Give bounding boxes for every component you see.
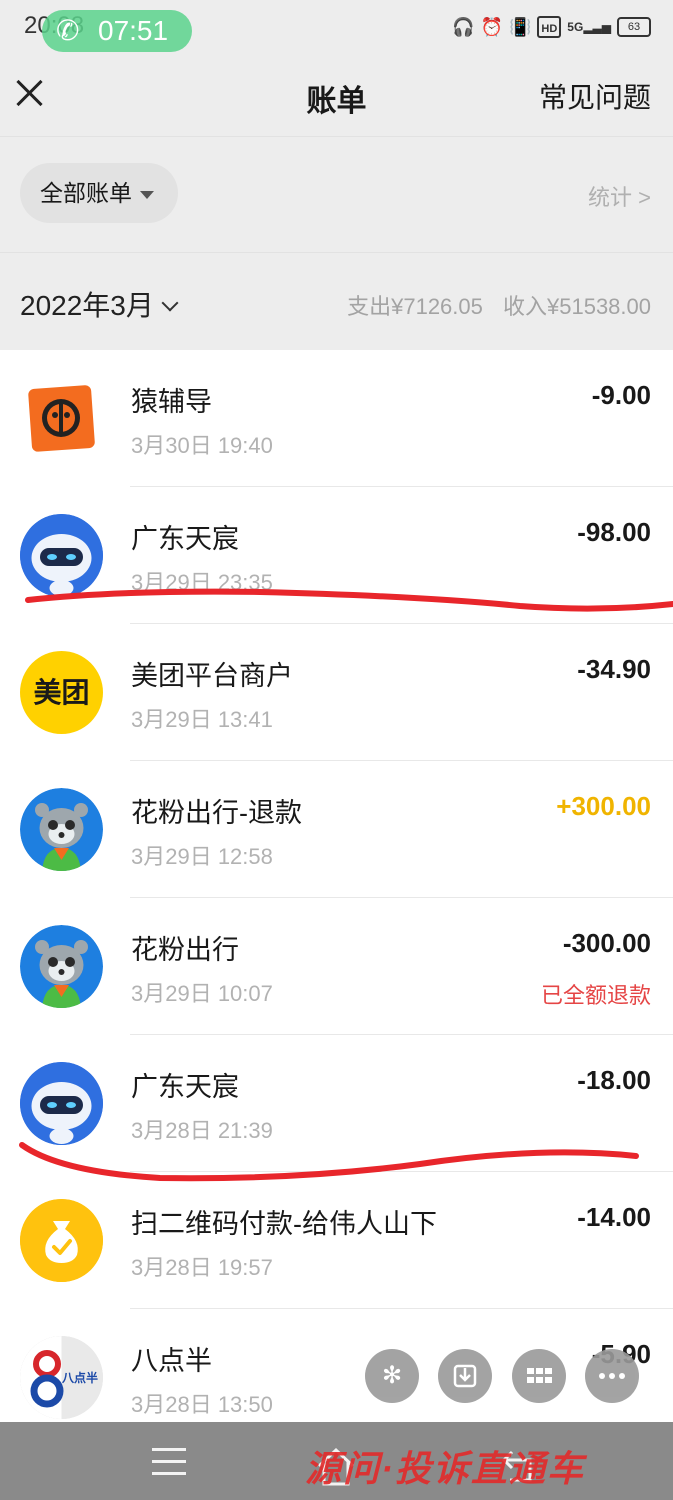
transaction-row[interactable]: 猿辅导 3月30日 19:40 -9.00 <box>0 350 673 487</box>
divider <box>0 136 673 137</box>
raccoon-avatar-icon <box>20 925 103 1008</box>
month-selector[interactable]: 2022年3月 <box>20 284 179 324</box>
month-expense: 支出¥7126.05 <box>347 294 483 319</box>
money-bag-icon <box>20 1199 103 1282</box>
stats-link[interactable]: 统计 > <box>588 180 651 212</box>
transaction-row[interactable]: 美团 美团平台商户 3月29日 13:41 -34.90 <box>0 624 673 761</box>
bill-filter-label: 全部账单 <box>40 180 132 206</box>
call-timer: 07:51 <box>98 15 169 46</box>
badianban-logo-text: 八点半 <box>62 1371 99 1385</box>
refund-note: 已全额退款 <box>540 983 651 1008</box>
robot-avatar-icon <box>20 514 103 597</box>
transaction-name: 猿辅导 <box>131 387 212 417</box>
sparkle-icon[interactable]: ✻ <box>365 1349 419 1403</box>
signal-icon: 5G▂▃▅ <box>567 20 611 34</box>
month-summary: 支出¥7126.05 收入¥51538.00 <box>347 289 651 321</box>
more-icon[interactable] <box>585 1349 639 1403</box>
transaction-row[interactable]: 花粉出行 3月29日 10:07 -300.00 已全额退款 <box>0 898 673 1035</box>
monkey-logo-icon <box>20 377 103 460</box>
transaction-name: 美团平台商户 <box>131 661 293 691</box>
transaction-row[interactable]: 花粉出行-退款 3月29日 12:58 +300.00 <box>0 761 673 898</box>
transaction-amount: -98.00 <box>577 517 651 547</box>
transaction-time: 3月30日 19:40 <box>131 433 273 458</box>
transaction-name: 广东天宸 <box>131 1072 239 1102</box>
transaction-name: 花粉出行-退款 <box>131 798 302 828</box>
headphones-icon: 🎧 <box>452 17 475 37</box>
transaction-name: 八点半 <box>131 1346 212 1376</box>
transaction-time: 3月29日 23:35 <box>131 570 273 595</box>
transaction-name: 花粉出行 <box>131 935 239 965</box>
transaction-list: 猿辅导 3月30日 19:40 -9.00 广东天宸 3月29日 23:35 -… <box>0 350 673 1422</box>
transaction-amount: -34.90 <box>577 654 651 684</box>
vibrate-icon: 📳 <box>508 17 532 37</box>
month-label: 2022年3月 <box>20 290 154 321</box>
robot-avatar-icon <box>20 1062 103 1145</box>
bill-filter-button[interactable]: 全部账单 <box>20 163 178 223</box>
watermark: 源问·投诉直通车 <box>305 1448 585 1489</box>
transaction-time: 3月29日 12:58 <box>131 844 273 869</box>
raccoon-avatar-icon <box>20 788 103 871</box>
month-income: 收入¥51538.00 <box>503 294 651 319</box>
nav-bar: 账单 常见问题 <box>0 56 673 136</box>
grid-icon[interactable] <box>512 1349 566 1403</box>
chevron-down-icon <box>161 294 179 312</box>
transaction-row[interactable]: 广东天宸 3月29日 23:35 -98.00 <box>0 487 673 624</box>
alarm-icon: ⏰ <box>480 17 503 37</box>
hd-icon: HD <box>537 16 562 38</box>
transaction-time: 3月28日 13:50 <box>131 1392 273 1417</box>
menu-icon[interactable] <box>152 1448 186 1478</box>
transaction-time: 3月28日 19:57 <box>131 1255 273 1280</box>
caret-down-icon <box>140 190 154 199</box>
transaction-time: 3月29日 10:07 <box>131 981 273 1006</box>
download-icon[interactable] <box>438 1349 492 1403</box>
transaction-amount: -300.00 <box>562 928 651 958</box>
transaction-row[interactable]: 广东天宸 3月28日 21:39 -18.00 <box>0 1035 673 1172</box>
battery-level: 63 <box>627 21 641 33</box>
transaction-name: 扫二维码付款-给伟人山下 <box>131 1209 437 1239</box>
transaction-amount: +300.00 <box>556 791 651 821</box>
phone-icon: ✆ <box>56 15 80 46</box>
transaction-row[interactable]: 八点半 八点半 3月28日 13:50 -5.90 <box>0 1309 673 1422</box>
transaction-row[interactable]: 扫二维码付款-给伟人山下 3月28日 19:57 -14.00 <box>0 1172 673 1309</box>
badianban-logo-icon: 八点半 <box>20 1336 103 1419</box>
transaction-name: 广东天宸 <box>131 524 239 554</box>
call-pill[interactable]: ✆ 07:51 <box>42 10 192 52</box>
meituan-logo-text: 美团 <box>33 677 90 708</box>
month-header: 2022年3月 支出¥7126.05 收入¥51538.00 <box>0 252 673 350</box>
faq-link[interactable]: 常见问题 <box>539 76 651 116</box>
transaction-time: 3月29日 13:41 <box>131 707 273 732</box>
meituan-logo-icon: 美团 <box>20 651 103 734</box>
transaction-amount: -14.00 <box>577 1202 651 1232</box>
network-label: 5G <box>567 20 584 34</box>
status-bar: 20:08 ✆ 07:51 🎧 ⏰ 📳 HD 5G▂▃▅ 63 <box>0 0 673 56</box>
transaction-amount: -9.00 <box>591 380 651 410</box>
battery-icon: 63 <box>617 17 651 37</box>
transaction-time: 3月28日 21:39 <box>131 1118 273 1143</box>
transaction-amount: -18.00 <box>577 1065 651 1095</box>
status-icons: 🎧 ⏰ 📳 HD 5G▂▃▅ 63 <box>452 16 651 38</box>
